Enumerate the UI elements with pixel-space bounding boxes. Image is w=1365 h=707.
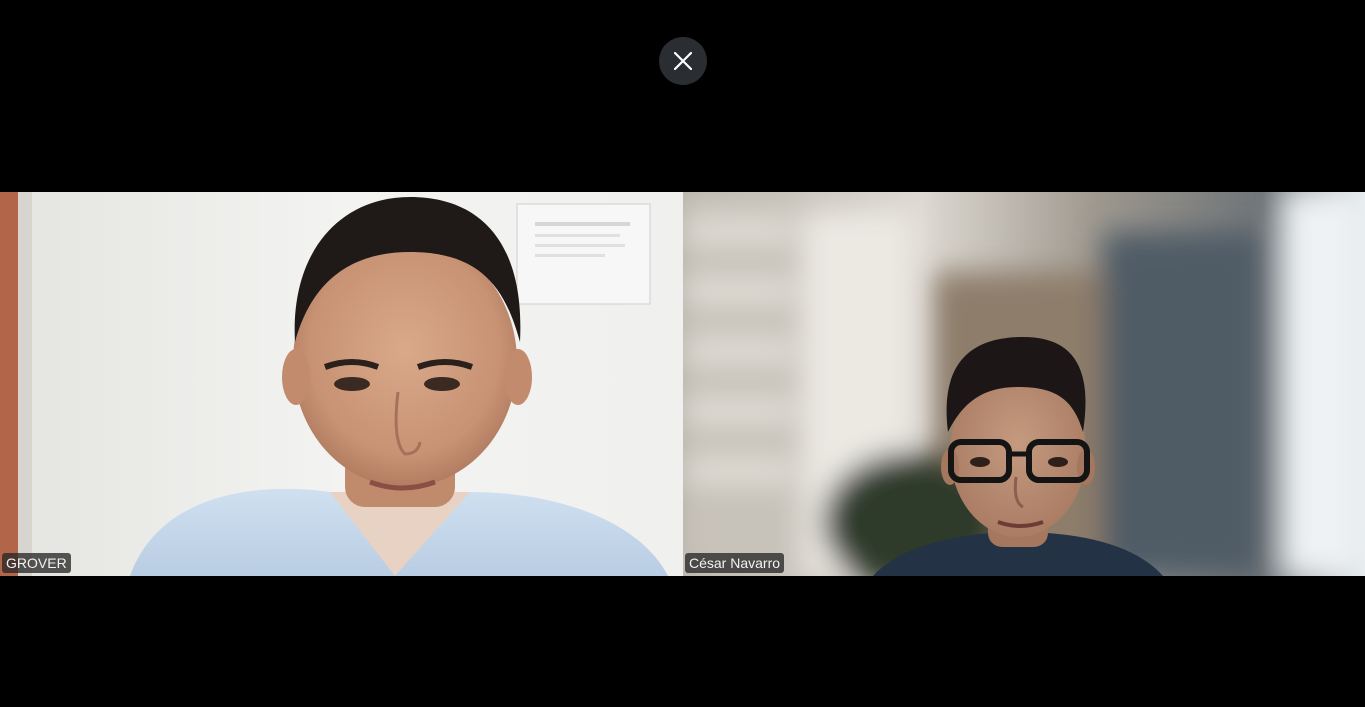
participant-name-label: César Navarro [685,553,785,573]
participant-video-tile[interactable]: GROVER [0,192,683,576]
video-call-stage: GROVER César Navarro [0,0,1365,707]
close-icon [673,51,693,71]
participant-name-label: GROVER [2,553,71,573]
close-button[interactable] [659,37,707,85]
participant-video-feed [683,192,1365,576]
video-grid: GROVER César Navarro [0,192,1365,576]
participant-video-tile[interactable]: César Navarro [683,192,1365,576]
participant-video-feed [0,192,683,576]
